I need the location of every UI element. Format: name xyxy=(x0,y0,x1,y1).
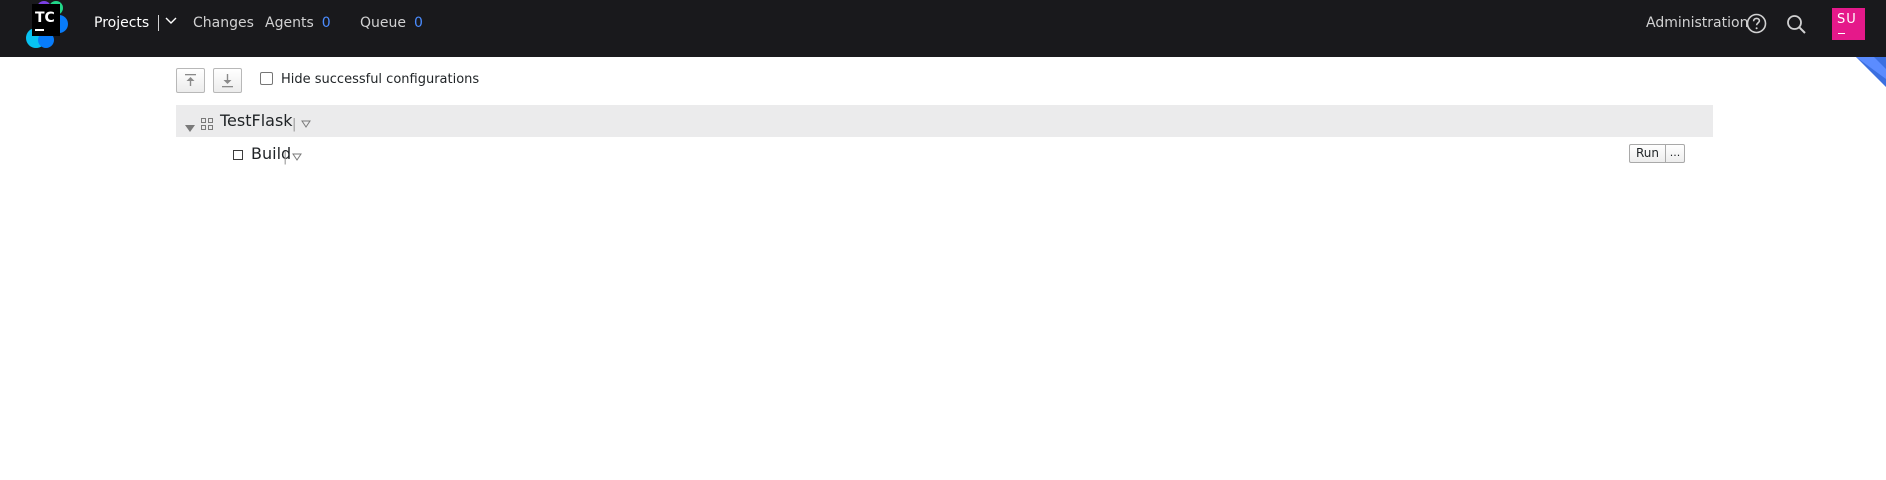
hide-successful-checkbox[interactable] xyxy=(260,72,273,85)
help-circle-icon[interactable] xyxy=(1746,13,1767,34)
project-menu[interactable]: | xyxy=(292,113,312,132)
build-configuration-row: Build | Run ... xyxy=(176,137,1713,171)
collapse-triangle-icon[interactable] xyxy=(185,117,195,136)
administration-link[interactable]: Administration xyxy=(1646,0,1748,47)
nav-queue[interactable]: Queue 0 xyxy=(360,0,423,47)
run-button[interactable]: Run xyxy=(1629,144,1666,163)
logo-text: TC xyxy=(35,10,55,26)
dropdown-triangle-icon xyxy=(292,153,303,161)
collapse-all-button[interactable] xyxy=(176,68,205,93)
agents-count: 0 xyxy=(321,15,331,31)
run-options-button[interactable]: ... xyxy=(1665,144,1685,163)
nav-changes-label: Changes xyxy=(193,15,254,31)
nav-changes[interactable]: Changes xyxy=(193,0,254,47)
menu-separator: | xyxy=(283,150,288,165)
nav-agents[interactable]: Agents 0 xyxy=(265,0,331,47)
nav-queue-label: Queue xyxy=(360,15,406,31)
top-navigation-bar: TC Projects Changes Agents 0 Queue 0 Admin… xyxy=(0,0,1886,57)
administration-label: Administration xyxy=(1646,15,1749,31)
avatar-underline xyxy=(1838,33,1845,34)
search-icon[interactable] xyxy=(1786,14,1807,34)
expand-all-button[interactable] xyxy=(213,68,242,93)
menu-separator: | xyxy=(292,117,297,132)
nav-projects-label: Projects xyxy=(94,15,150,31)
teamcity-logo[interactable]: TC xyxy=(22,0,72,50)
user-avatar[interactable]: SU xyxy=(1832,8,1865,40)
project-row: TestFlask | xyxy=(176,105,1713,137)
build-configuration-menu[interactable]: | xyxy=(283,146,303,165)
collapse-all-icon xyxy=(185,74,196,86)
avatar-initials: SU xyxy=(1837,12,1857,27)
dropdown-triangle-icon xyxy=(301,120,312,128)
nav-projects[interactable]: Projects xyxy=(94,0,177,47)
queue-count: 0 xyxy=(414,15,423,31)
chevron-down-icon[interactable] xyxy=(165,0,177,45)
nav-agents-label: Agents xyxy=(265,15,314,31)
project-icon xyxy=(201,115,213,134)
expand-all-icon xyxy=(222,74,233,88)
nav-separator xyxy=(158,15,160,31)
corner-ribbon xyxy=(1856,57,1886,87)
build-status-icon xyxy=(233,150,243,160)
project-name[interactable]: TestFlask xyxy=(220,111,293,130)
hide-successful-label: Hide successful configurations xyxy=(281,72,480,87)
hide-successful-option[interactable]: Hide successful configurations xyxy=(260,72,479,87)
